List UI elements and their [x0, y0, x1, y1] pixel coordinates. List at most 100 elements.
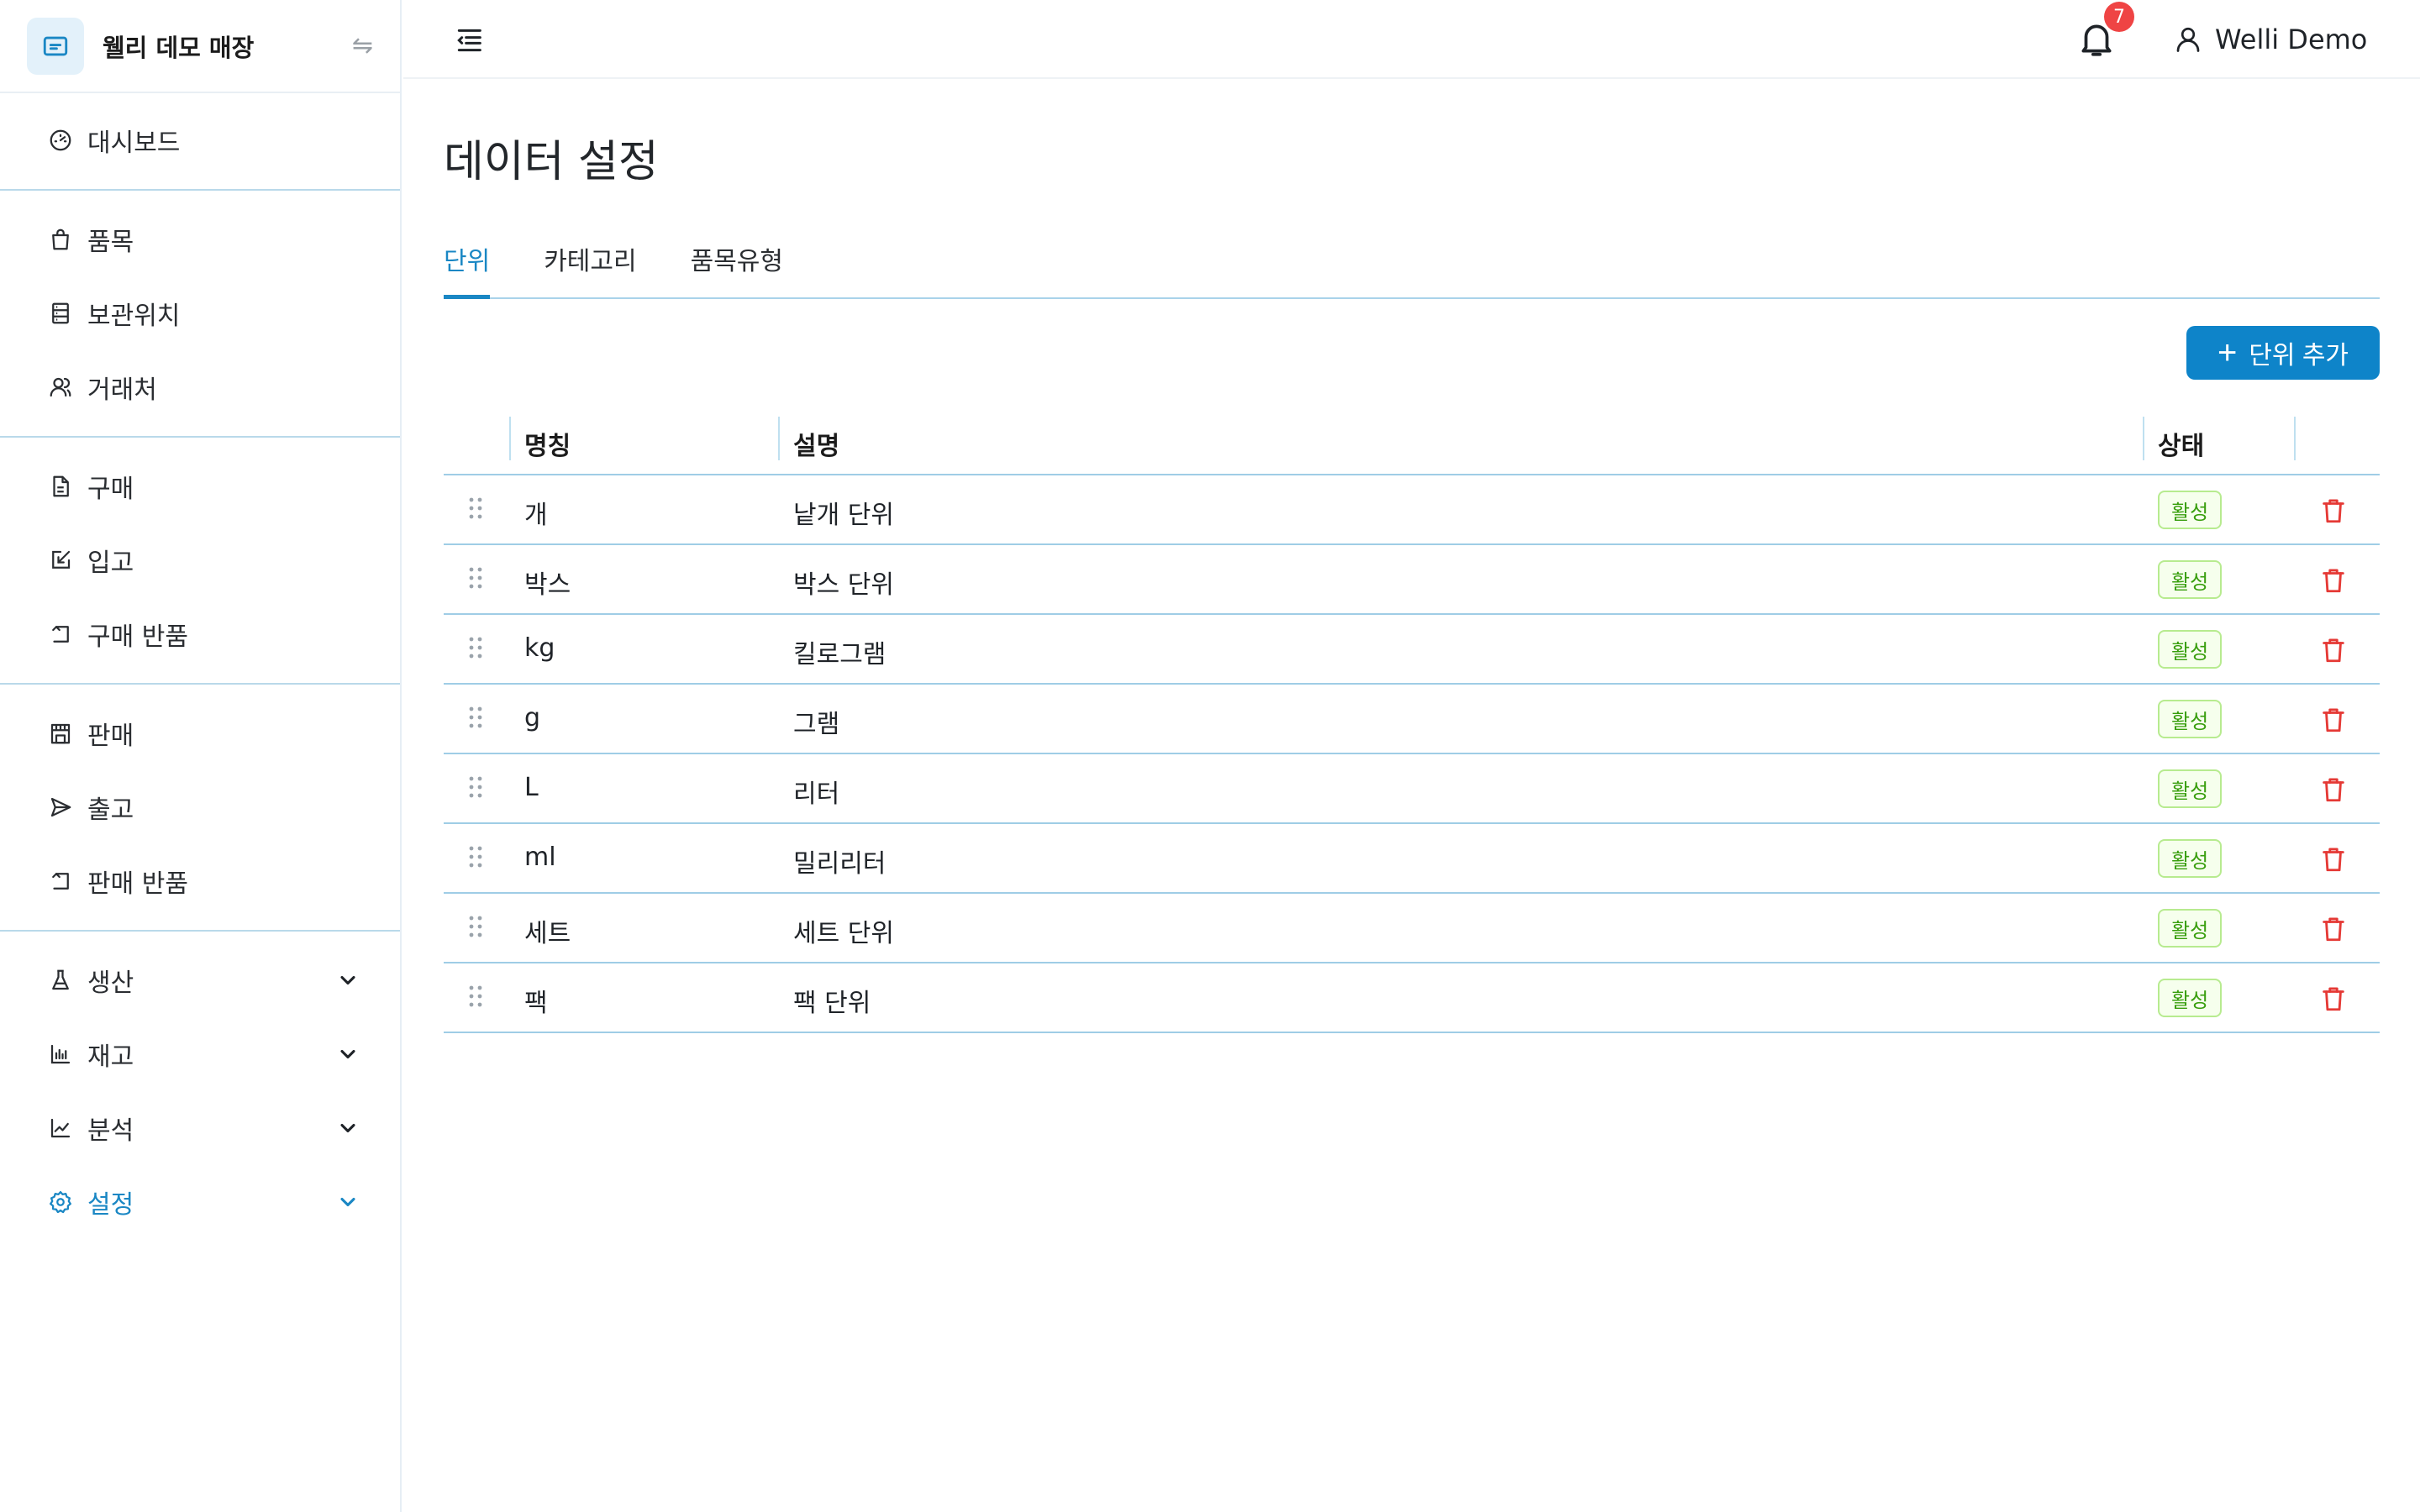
- add-unit-button[interactable]: + 단위 추가: [2186, 326, 2380, 380]
- user-name: Welli Demo: [2215, 24, 2368, 55]
- sidebar-item-label: 분석: [87, 1116, 134, 1146]
- sidebar-item-label: 출고: [87, 795, 134, 825]
- chevron-down-icon[interactable]: [336, 1116, 360, 1140]
- table-row: 박스 박스 단위 활성: [444, 545, 2380, 615]
- table-row: 팩 팩 단위 활성: [444, 963, 2380, 1033]
- table-header: 명칭 설명 상태: [444, 410, 2380, 475]
- sidebar-item-inventory[interactable]: 재고: [0, 1017, 400, 1091]
- sidebar-item-label: 판매 반품: [87, 869, 188, 899]
- document-icon: [47, 473, 74, 500]
- sidebar-item-purchase-return[interactable]: 구매 반품: [0, 597, 400, 671]
- table-row: L 리터 활성: [444, 754, 2380, 824]
- column-divider[interactable]: [2294, 417, 2296, 460]
- trash-icon[interactable]: [2319, 774, 2348, 805]
- sidebar-item-sales-return[interactable]: 판매 반품: [0, 844, 400, 918]
- page-title: 데이터 설정: [444, 137, 659, 187]
- column-header-name[interactable]: 명칭: [524, 425, 571, 462]
- sidebar-item-items[interactable]: 품목: [0, 202, 400, 276]
- sidebar-item-label: 설정: [87, 1190, 134, 1220]
- unit-name: 팩: [524, 989, 548, 1018]
- sidebar-item-purchase[interactable]: 구매: [0, 449, 400, 523]
- column-divider[interactable]: [2143, 417, 2144, 460]
- nav-group-purchase: 구매 입고 구매 반품: [0, 438, 400, 685]
- tab-units[interactable]: 단위: [444, 237, 491, 299]
- sidebar-item-analysis[interactable]: 분석: [0, 1091, 400, 1165]
- unit-name: 박스: [524, 570, 571, 600]
- sidebar: 웰리 데모 매장 ⇋ 대시보드 품목 보관위치 거래처 구매 입고 구매 반품 …: [0, 0, 402, 1512]
- notification-badge: 7: [2104, 2, 2134, 32]
- sidebar-item-sales[interactable]: 판매: [0, 696, 400, 770]
- drag-handle-icon[interactable]: [467, 984, 484, 1009]
- table-row: g 그램 활성: [444, 685, 2380, 754]
- trash-icon[interactable]: [2319, 705, 2348, 735]
- chevron-down-icon[interactable]: [336, 1042, 360, 1066]
- table-row: 개 낱개 단위 활성: [444, 475, 2380, 545]
- drag-handle-icon[interactable]: [467, 705, 484, 730]
- sidebar-item-shipping[interactable]: 출고: [0, 770, 400, 844]
- unit-name: L: [524, 773, 539, 802]
- unit-name: ml: [524, 843, 556, 872]
- store-name: 웰리 데모 매장: [103, 33, 255, 62]
- gear-icon: [47, 1189, 74, 1215]
- unit-name: g: [524, 703, 541, 732]
- trash-icon[interactable]: [2319, 914, 2348, 944]
- status-badge: 활성: [2158, 491, 2223, 529]
- add-unit-label: 단위 추가: [2249, 342, 2349, 370]
- trash-icon[interactable]: [2319, 984, 2348, 1014]
- return-icon: [47, 621, 74, 648]
- store-icon: [47, 720, 74, 747]
- status-badge: 활성: [2158, 769, 2223, 808]
- switch-store-icon[interactable]: ⇋: [352, 31, 373, 60]
- drag-handle-icon[interactable]: [467, 844, 484, 869]
- bar-chart-icon: [47, 1041, 74, 1068]
- nav-group-dashboard: 대시보드: [0, 93, 400, 191]
- unit-description: 킬로그램: [793, 640, 886, 669]
- sidebar-item-label: 판매: [87, 722, 134, 751]
- send-icon: [47, 794, 74, 821]
- table-row: kg 킬로그램 활성: [444, 615, 2380, 685]
- sidebar-item-label: 품목: [87, 228, 134, 257]
- sidebar-item-settings[interactable]: 설정: [0, 1165, 400, 1239]
- drag-handle-icon[interactable]: [467, 565, 484, 591]
- settings-tabs: 단위 카테고리 품목유형: [444, 237, 2380, 299]
- drag-handle-icon[interactable]: [467, 496, 484, 521]
- drag-handle-icon[interactable]: [467, 914, 484, 939]
- trash-icon[interactable]: [2319, 635, 2348, 665]
- collapse-menu-icon[interactable]: [452, 24, 486, 57]
- column-header-status[interactable]: 상태: [2158, 425, 2204, 462]
- column-header-description[interactable]: 설명: [793, 425, 839, 462]
- flask-icon: [47, 967, 74, 994]
- drag-handle-icon[interactable]: [467, 635, 484, 660]
- sidebar-item-receiving[interactable]: 입고: [0, 523, 400, 597]
- unit-name: 개: [524, 501, 548, 530]
- unit-name: kg: [524, 633, 555, 663]
- sidebar-item-label: 거래처: [87, 375, 157, 405]
- status-badge: 활성: [2158, 560, 2223, 599]
- column-divider[interactable]: [778, 417, 780, 460]
- chevron-down-icon[interactable]: [336, 969, 360, 992]
- sidebar-item-production[interactable]: 생산: [0, 943, 400, 1017]
- sidebar-item-label: 대시보드: [87, 129, 181, 158]
- units-table: 명칭 설명 상태 개 낱개 단위 활성 박스 박스 단위 활성 kg 킬로그램 …: [444, 410, 2380, 1033]
- unit-description: 낱개 단위: [793, 501, 894, 530]
- sidebar-item-dashboard[interactable]: 대시보드: [0, 103, 400, 177]
- trash-icon[interactable]: [2319, 496, 2348, 526]
- top-header: 7 Welli Demo: [403, 0, 2420, 79]
- user-menu[interactable]: Welli Demo: [2173, 20, 2367, 59]
- trash-icon[interactable]: [2319, 565, 2348, 596]
- status-badge: 활성: [2158, 700, 2223, 738]
- sidebar-item-label: 구매: [87, 475, 134, 504]
- drag-handle-icon[interactable]: [467, 774, 484, 800]
- tab-item-types[interactable]: 품목유형: [691, 237, 783, 299]
- user-icon: [2176, 27, 2200, 52]
- column-divider[interactable]: [509, 417, 511, 460]
- sidebar-item-partners[interactable]: 거래처: [0, 350, 400, 424]
- unit-description: 세트 단위: [793, 919, 894, 948]
- trash-icon[interactable]: [2319, 844, 2348, 874]
- sidebar-item-storage[interactable]: 보관위치: [0, 276, 400, 350]
- tab-categories[interactable]: 카테고리: [544, 237, 636, 299]
- unit-description: 팩 단위: [793, 989, 871, 1018]
- chevron-down-icon[interactable]: [336, 1190, 360, 1214]
- line-chart-icon: [47, 1115, 74, 1142]
- edit-box-icon: [47, 547, 74, 574]
